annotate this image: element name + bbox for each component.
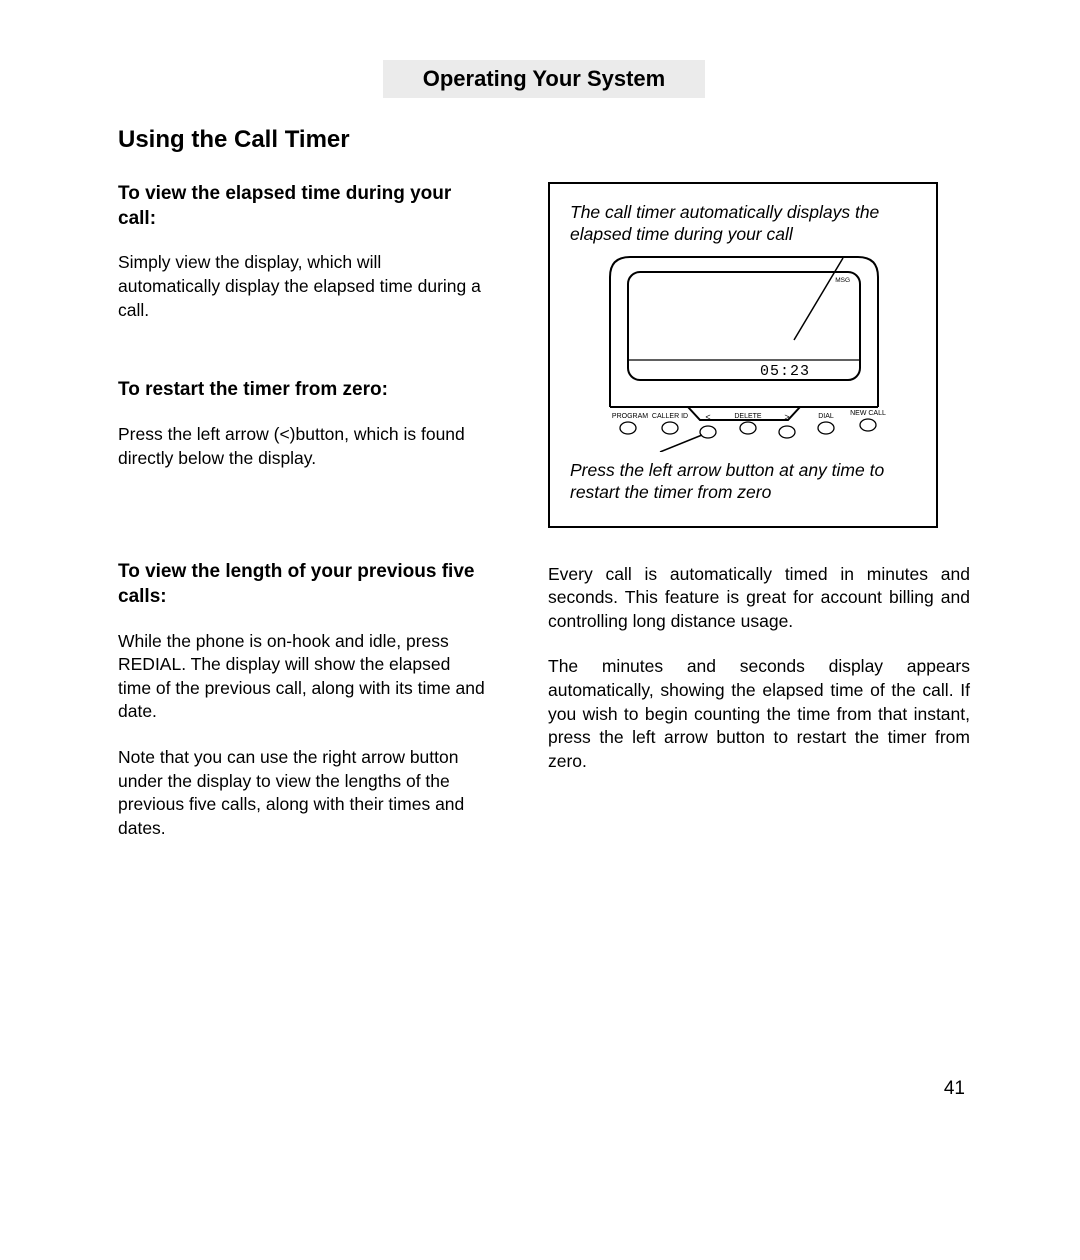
msg-label: MSG <box>835 277 850 284</box>
figure-box: The call timer automatically displays th… <box>548 182 938 528</box>
button-program[interactable] <box>620 422 636 434</box>
page-banner: Operating Your System <box>383 60 705 98</box>
button-delete[interactable] <box>740 422 756 434</box>
paragraph: Press the left arrow (<)button, which is… <box>118 423 488 470</box>
right-column: The call timer automatically displays th… <box>548 182 970 863</box>
subhead-view-elapsed: To view the elapsed time during your cal… <box>118 182 488 231</box>
timer-readout: 05:23 <box>760 363 810 380</box>
paragraph: Note that you can use the right arrow bu… <box>118 746 488 841</box>
paragraph: Simply view the display, which will auto… <box>118 251 488 322</box>
figure-caption-bottom: Press the left arrow button at any time … <box>570 460 916 504</box>
button-label-delete: DELETE <box>734 413 762 420</box>
button-label-right-arrow: > <box>784 412 789 422</box>
button-left-arrow[interactable] <box>700 426 716 438</box>
device-illustration: MSG 05:23 PROGRAM CALLER ID <box>570 252 918 452</box>
button-dial[interactable] <box>818 422 834 434</box>
button-right-arrow[interactable] <box>779 426 795 438</box>
button-label-program: PROGRAM <box>612 413 648 420</box>
page-number: 41 <box>944 1078 965 1100</box>
paragraph: Every call is automatically timed in min… <box>548 563 970 634</box>
left-column: To view the elapsed time during your cal… <box>118 182 488 863</box>
paragraph: The minutes and seconds display appears … <box>548 655 970 773</box>
subhead-previous-calls: To view the length of your previous five… <box>118 560 488 609</box>
button-label-dial: DIAL <box>818 413 834 420</box>
subhead-restart-timer: To restart the timer from zero: <box>118 378 488 403</box>
button-label-newcall: NEW CALL <box>850 410 886 417</box>
section-title: Using the Call Timer <box>118 126 970 154</box>
button-label-left-arrow: < <box>705 412 710 422</box>
button-caller-id[interactable] <box>662 422 678 434</box>
button-label-callerid: CALLER ID <box>652 413 688 420</box>
paragraph: While the phone is on-hook and idle, pre… <box>118 630 488 725</box>
figure-caption-top: The call timer automatically displays th… <box>570 202 916 246</box>
button-new-call[interactable] <box>860 419 876 431</box>
